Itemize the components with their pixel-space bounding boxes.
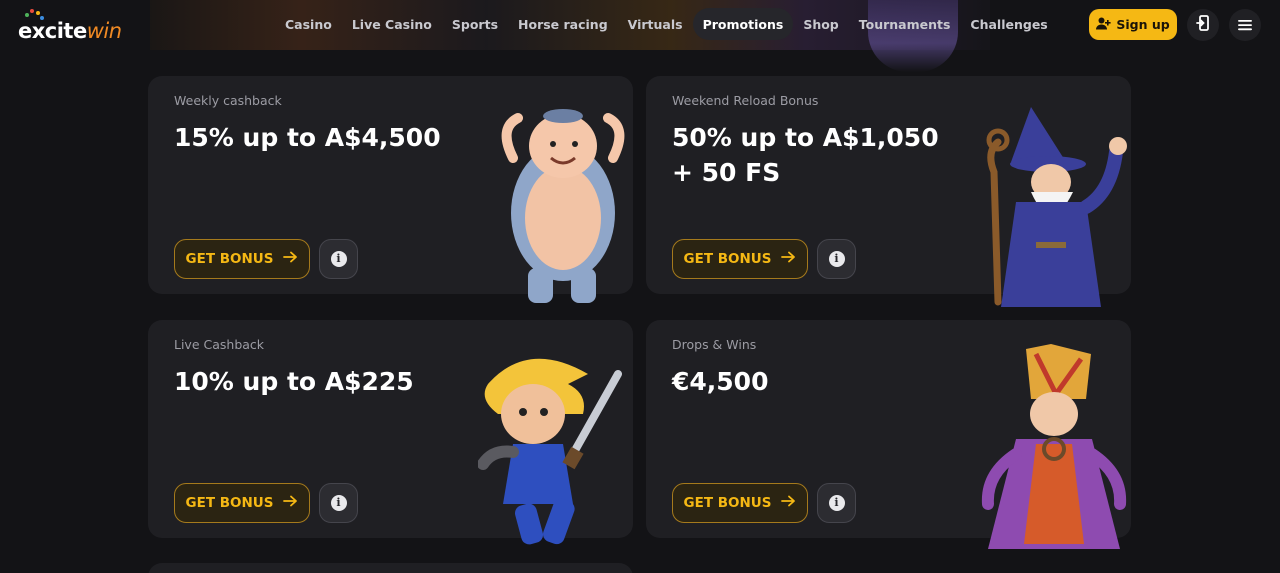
get-bonus-button[interactable]: GET BONUS [672, 483, 808, 523]
promo-label: Drops & Wins [672, 337, 757, 352]
excitewin-logo[interactable]: excitewin [18, 9, 122, 42]
signup-button[interactable]: Sign up [1089, 9, 1177, 40]
signup-label: Sign up [1116, 17, 1170, 32]
nav-horse-racing[interactable]: Horse racing [508, 8, 618, 40]
info-icon: i [828, 251, 845, 267]
get-bonus-label: GET BONUS [683, 251, 772, 267]
get-bonus-label: GET BONUS [185, 495, 274, 511]
top-header: excitewin Casino Live Casino Sports Hors… [0, 0, 1280, 72]
arrow-right-icon [283, 251, 298, 267]
pig-monk-character-image [501, 109, 625, 303]
logo-wordmark: excitewin [18, 19, 122, 43]
get-bonus-label: GET BONUS [683, 495, 772, 511]
promo-label: Weekly cashback [174, 93, 282, 108]
nav-sports[interactable]: Sports [442, 8, 508, 40]
get-bonus-button[interactable]: GET BONUS [174, 483, 310, 523]
info-icon: i [330, 251, 347, 267]
info-button[interactable]: i [319, 239, 358, 279]
promo-card-partial [148, 563, 633, 573]
nav-challenges[interactable]: Challenges [960, 8, 1057, 40]
arrow-right-icon [781, 495, 796, 511]
info-icon: i [330, 495, 347, 511]
promo-title: 10% up to A$225 [174, 367, 414, 396]
hamburger-menu-icon [1238, 16, 1252, 35]
login-icon [1196, 15, 1210, 35]
promo-card-weekend-reload: Weekend Reload Bonus 50% up to A$1,050 +… [646, 76, 1131, 307]
monk-king-character-image [981, 344, 1127, 549]
promo-title: €4,500 [672, 367, 769, 396]
main-nav: Casino Live Casino Sports Horse racing V… [275, 8, 1058, 40]
arrow-right-icon [781, 251, 796, 267]
get-bonus-button[interactable]: GET BONUS [174, 239, 310, 279]
promo-card-drops-wins: Drops & Wins €4,500 GET BONUS i [646, 320, 1131, 549]
promo-label: Weekend Reload Bonus [672, 93, 819, 108]
promo-title: 15% up to A$4,500 [174, 123, 441, 152]
info-button[interactable]: i [319, 483, 358, 523]
promo-card-weekly-cashback: Weekly cashback 15% up to A$4,500 GET BO… [148, 76, 633, 303]
nav-promotions[interactable]: Promotions [692, 8, 794, 40]
info-button[interactable]: i [817, 483, 856, 523]
get-bonus-button[interactable]: GET BONUS [672, 239, 808, 279]
info-button[interactable]: i [817, 239, 856, 279]
promo-title: 50% up to A$1,050 + 50 FS [672, 123, 939, 187]
arrow-right-icon [283, 495, 298, 511]
nav-tournaments[interactable]: Tournaments [849, 8, 961, 40]
nav-casino[interactable]: Casino [275, 8, 342, 40]
blonde-swordsman-character-image [478, 358, 622, 545]
menu-button[interactable] [1229, 9, 1261, 41]
nav-shop[interactable]: Shop [793, 8, 848, 40]
wizard-character-image [986, 107, 1127, 307]
promo-card-live-cashback: Live Cashback 10% up to A$225 GET BONUS … [148, 320, 633, 545]
user-plus-icon [1096, 17, 1111, 33]
login-button[interactable] [1187, 9, 1219, 41]
nav-virtuals[interactable]: Virtuals [618, 8, 693, 40]
nav-live-casino[interactable]: Live Casino [342, 8, 442, 40]
get-bonus-label: GET BONUS [185, 251, 274, 267]
info-icon: i [828, 495, 845, 511]
promo-label: Live Cashback [174, 337, 265, 352]
